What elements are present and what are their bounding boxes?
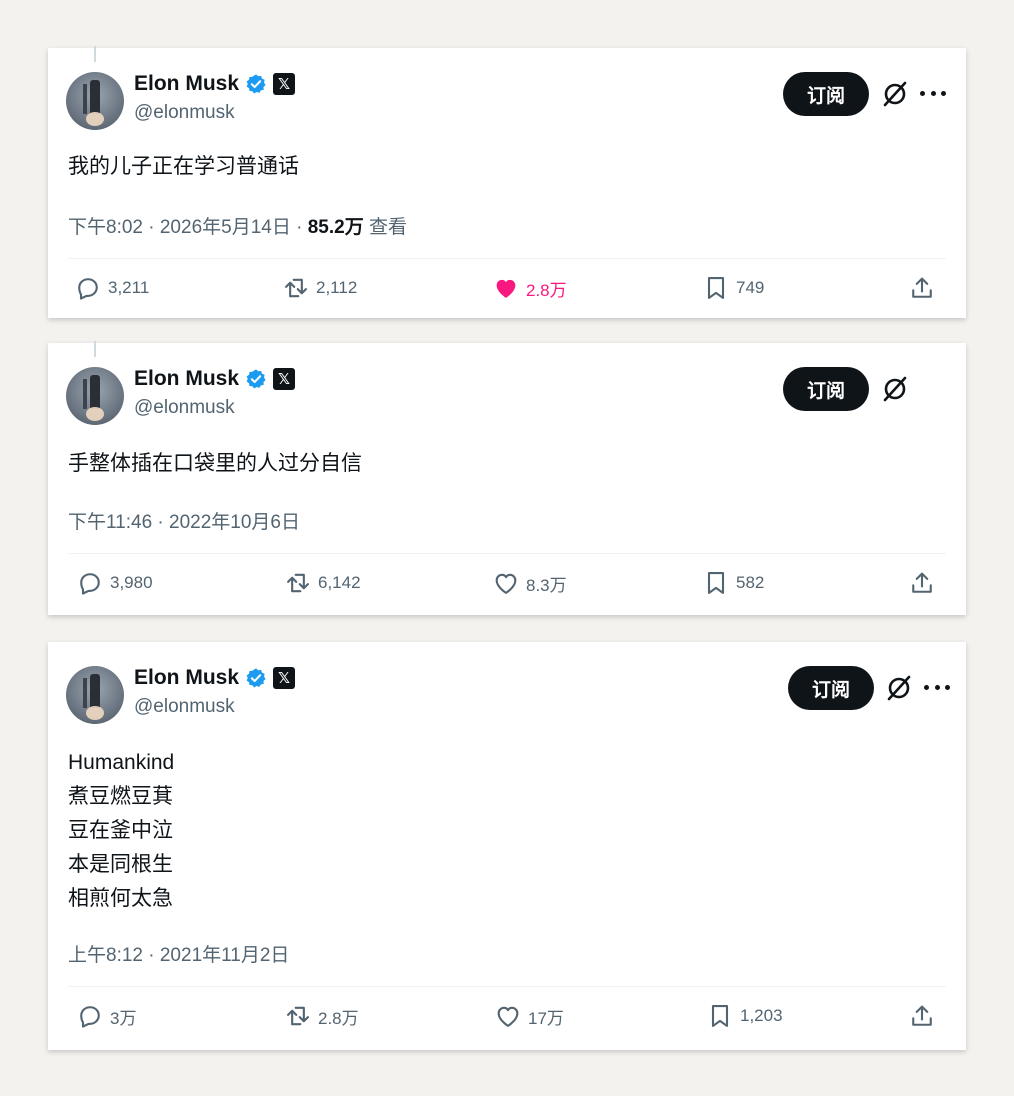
- like-button[interactable]: 8.3万: [492, 569, 567, 597]
- more-icon[interactable]: [924, 674, 950, 700]
- reply-icon: [80, 573, 100, 595]
- repost-icon: [287, 1006, 309, 1026]
- author-handle[interactable]: @elonmusk: [134, 696, 235, 718]
- share-button[interactable]: [908, 274, 936, 302]
- bookmark-button[interactable]: 582: [702, 569, 764, 597]
- grok-icon[interactable]: [885, 674, 913, 702]
- like-button[interactable]: 17万: [494, 1002, 564, 1030]
- bookmark-icon: [707, 277, 725, 299]
- tweet-time[interactable]: 下午11:46 · 2022年10月6日: [68, 512, 300, 533]
- author-name[interactable]: Elon Musk: [134, 72, 239, 96]
- verified-badge-icon: [246, 369, 266, 389]
- subscribe-button[interactable]: 订阅: [783, 72, 869, 116]
- action-bar: 3万 2.8万 17万 1,203: [48, 1002, 966, 1042]
- divider: [68, 986, 946, 987]
- like-count: 17万: [528, 1008, 564, 1028]
- heart-icon: [496, 279, 516, 298]
- reply-button[interactable]: 3万: [76, 1002, 136, 1030]
- bookmark-count: 582: [736, 573, 765, 592]
- like-button[interactable]: 2.8万: [492, 274, 567, 302]
- share-button[interactable]: [908, 569, 936, 597]
- reply-icon: [80, 1006, 100, 1028]
- views-label: 查看: [363, 217, 407, 238]
- author-name[interactable]: Elon Musk: [134, 666, 239, 690]
- reply-icon: [78, 278, 98, 300]
- subscribe-button[interactable]: 订阅: [788, 666, 874, 710]
- tweet-time[interactable]: 下午8:02 · 2026年5月14日 ·: [68, 217, 308, 238]
- subscribe-button[interactable]: 订阅: [783, 367, 869, 411]
- author-handle[interactable]: @elonmusk: [134, 397, 235, 419]
- avatar[interactable]: [66, 666, 124, 724]
- tweet-meta: 上午8:12 · 2021年11月2日: [68, 940, 289, 967]
- share-button[interactable]: [908, 1002, 936, 1030]
- thread-line: [94, 46, 96, 62]
- share-icon: [912, 572, 932, 593]
- repost-button[interactable]: 2.8万: [284, 1002, 359, 1030]
- tweet-meta: 下午11:46 · 2022年10月6日: [68, 507, 300, 534]
- thread-line: [94, 341, 96, 357]
- divider: [68, 553, 946, 554]
- tweet-card[interactable]: Elon Musk 𝕏 @elonmusk 订阅 手整体插在口袋里的人过分自信 …: [48, 341, 966, 615]
- reply-count: 3,211: [108, 278, 150, 297]
- tweet-card[interactable]: Elon Musk 𝕏 @elonmusk 订阅 我的儿子正在学习普通话 下午8…: [48, 46, 966, 318]
- like-count: 2.8万: [526, 280, 567, 300]
- x-logo-icon: 𝕏: [273, 73, 296, 95]
- bookmark-button[interactable]: 1,203: [706, 1002, 783, 1030]
- repost-button[interactable]: 6,142: [284, 569, 361, 597]
- tweet-card[interactable]: Elon Musk 𝕏 @elonmusk 订阅 Humankind 煮豆燃豆萁…: [48, 642, 966, 1050]
- reply-count: 3万: [110, 1008, 137, 1028]
- x-logo-icon: 𝕏: [273, 667, 296, 689]
- reply-button[interactable]: 3,980: [76, 569, 153, 597]
- bookmark-icon: [707, 572, 725, 594]
- author-handle[interactable]: @elonmusk: [134, 102, 235, 124]
- bookmark-count: 1,203: [740, 1006, 783, 1025]
- bookmark-button[interactable]: 749: [702, 274, 764, 302]
- repost-count: 6,142: [318, 573, 361, 592]
- like-count: 8.3万: [526, 575, 567, 595]
- view-count: 85.2万: [307, 217, 364, 238]
- reply-count: 3,980: [110, 573, 153, 592]
- share-icon: [912, 277, 932, 298]
- verified-badge-icon: [246, 668, 266, 688]
- more-icon[interactable]: [920, 80, 946, 106]
- author-name[interactable]: Elon Musk: [134, 367, 239, 391]
- grok-icon[interactable]: [881, 80, 909, 108]
- bookmark-icon: [711, 1005, 729, 1027]
- repost-count: 2.8万: [318, 1008, 359, 1028]
- bookmark-count: 749: [736, 278, 765, 297]
- grok-icon[interactable]: [881, 375, 909, 403]
- heart-icon: [497, 1006, 519, 1027]
- verified-badge-icon: [246, 74, 266, 94]
- avatar[interactable]: [66, 72, 124, 130]
- repost-count: 2,112: [316, 278, 358, 297]
- repost-button[interactable]: 2,112: [282, 274, 357, 302]
- tweet-meta: 下午8:02 · 2026年5月14日 · 85.2万 查看: [68, 212, 407, 239]
- reply-button[interactable]: 3,211: [74, 274, 149, 302]
- divider: [68, 258, 946, 259]
- action-bar: 3,211 2,112 2.8万 749: [48, 274, 966, 314]
- tweet-text: 手整体插在口袋里的人过分自信: [68, 452, 362, 475]
- action-bar: 3,980 6,142 8.3万 582: [48, 569, 966, 609]
- tweet-text: Humankind 煮豆燃豆萁 豆在釜中泣 本是同根生 相煎何太急: [68, 751, 175, 910]
- tweet-text: 我的儿子正在学习普通话: [68, 155, 299, 178]
- tweet-time[interactable]: 上午8:12 · 2021年11月2日: [68, 945, 289, 966]
- repost-icon: [285, 278, 307, 298]
- avatar[interactable]: [66, 367, 124, 425]
- repost-icon: [287, 573, 309, 593]
- share-icon: [912, 1005, 932, 1026]
- x-logo-icon: 𝕏: [273, 368, 296, 390]
- heart-icon: [495, 573, 517, 594]
